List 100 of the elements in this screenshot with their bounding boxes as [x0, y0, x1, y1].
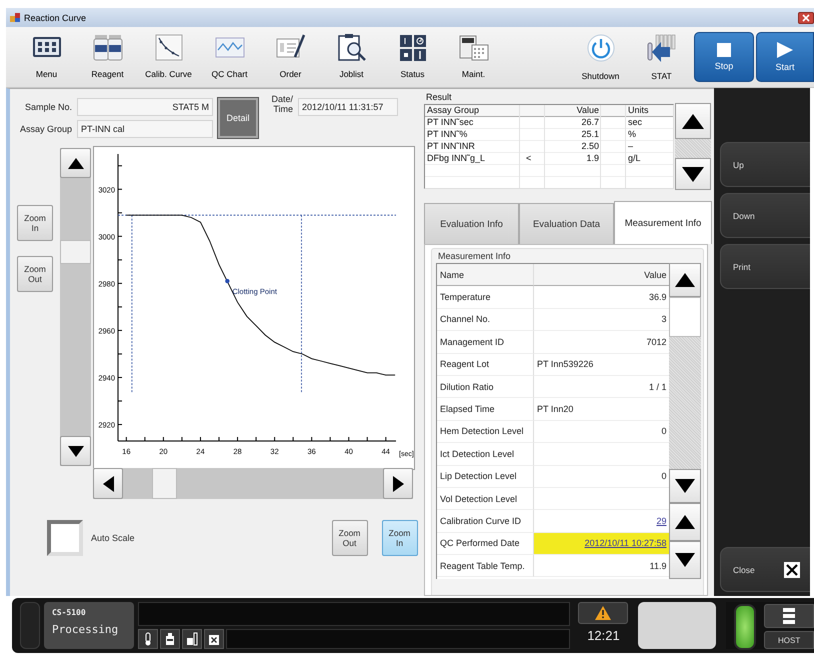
checkbox-label: Auto Scale — [91, 533, 135, 543]
column-header: Value — [534, 264, 670, 286]
side-button[interactable]: Print — [720, 244, 810, 289]
scroll-down-button[interactable] — [669, 469, 701, 503]
table-cell: Ict Detection Level — [437, 443, 534, 466]
toolbar-button[interactable]: Reagent — [77, 27, 138, 87]
field-label: Date/ Time — [270, 94, 293, 114]
tab[interactable]: Evaluation Data — [519, 203, 614, 244]
scroll-thumb[interactable] — [152, 468, 177, 499]
scroll-down-button[interactable] — [60, 436, 91, 466]
bottle-icon — [164, 632, 176, 646]
play-icon — [777, 42, 793, 58]
section-title: Measurement Info — [438, 251, 512, 261]
status-button[interactable] — [160, 629, 180, 649]
toolbar-button[interactable]: Maint. — [443, 27, 504, 87]
start-button[interactable]: Start — [756, 32, 814, 82]
table-cell-text: % — [627, 129, 638, 141]
toolbar-button[interactable]: Calib. Curve — [138, 27, 199, 87]
table-cell: Hem Detection Level — [437, 420, 534, 444]
device-calendar-icon — [458, 33, 490, 61]
window-title: Reaction Curve — [24, 12, 88, 22]
up-arrow-icon — [68, 158, 84, 168]
table-cell-text: 2.50 — [580, 141, 600, 153]
column-header: Value — [576, 105, 600, 117]
table-cell: Channel No. — [437, 308, 534, 332]
toolbar-button[interactable]: QC Chart — [199, 27, 260, 87]
table-cell-text: sec — [627, 117, 644, 129]
scroll-thumb[interactable] — [669, 297, 701, 337]
stop-button[interactable]: Stop — [694, 32, 754, 82]
link[interactable]: 29 — [656, 516, 666, 526]
status-button[interactable] — [138, 629, 158, 649]
close-button[interactable] — [798, 12, 814, 24]
zoom-button[interactable]: Zoom Out — [17, 256, 53, 292]
table-cell-text: 1.9 — [585, 153, 600, 165]
app-icon — [10, 13, 20, 22]
side-button[interactable]: Up — [720, 142, 810, 187]
status-label: Processing — [52, 623, 120, 636]
sample-number-field: STAT5 M — [77, 98, 213, 116]
toolbar-button[interactable]: Order — [260, 27, 321, 87]
zoom-button[interactable]: Zoom In — [382, 520, 418, 556]
box-x-icon — [208, 632, 220, 646]
scroll-track[interactable] — [675, 139, 711, 158]
table-cell: Calibration Curve ID — [437, 510, 534, 533]
table-cell: Elapsed Time — [437, 398, 534, 421]
server-icon — [783, 608, 796, 624]
up-arrow-icon — [682, 114, 704, 128]
tube-bin-icon — [186, 632, 198, 646]
warning-icon — [595, 606, 612, 620]
toolbar-button[interactable]: Joblist — [321, 27, 382, 87]
left-arrow-icon — [102, 476, 114, 492]
table-cell-text: 25.1 — [580, 129, 600, 141]
up-arrow-icon — [675, 273, 696, 287]
scroll-down-button[interactable] — [675, 158, 711, 190]
table-cell-text: g/L — [627, 153, 642, 165]
stop-icon — [717, 43, 731, 57]
down-arrow-icon — [675, 553, 696, 567]
server-button[interactable] — [764, 604, 814, 628]
table-cell: Vol Detection Level — [437, 488, 534, 510]
toolbar-button[interactable]: Menu — [16, 27, 77, 87]
tab[interactable]: Measurement Info — [614, 201, 712, 244]
scroll-down-button[interactable] — [669, 541, 701, 579]
section-title: Result — [426, 92, 453, 102]
table-cell-text: – — [627, 141, 634, 153]
status-button[interactable] — [204, 629, 224, 649]
curve-chart-icon — [152, 33, 184, 61]
scroll-thumb[interactable] — [60, 240, 91, 264]
alarm-button[interactable] — [578, 602, 628, 624]
toolbar-button[interactable]: Status — [382, 27, 443, 87]
down-arrow-icon — [68, 446, 84, 456]
host-button[interactable]: HOST — [764, 631, 814, 649]
scroll-right-button[interactable] — [383, 468, 413, 499]
tab[interactable]: Evaluation Info — [424, 203, 519, 244]
vertical-scrollbar[interactable] — [60, 148, 91, 466]
table-cell: Reagent Lot — [437, 354, 534, 376]
horizontal-scrollbar[interactable] — [93, 468, 413, 499]
detail-button[interactable]: Detail — [218, 98, 258, 138]
clipboard-magnifier-icon — [336, 33, 368, 61]
table-cell: Temperature — [437, 286, 534, 309]
scroll-up-button[interactable] — [669, 503, 701, 541]
status-button[interactable] — [182, 629, 202, 649]
side-button[interactable]: Down — [720, 193, 810, 238]
table-cell-text: PT INN˜sec — [426, 117, 474, 129]
scroll-up-button[interactable] — [60, 148, 91, 178]
toolbar-button[interactable]: Shutdown — [570, 27, 631, 87]
column-header: Name — [437, 264, 534, 286]
scroll-left-button[interactable] — [93, 468, 123, 499]
toolbar-button[interactable]: STAT — [631, 27, 692, 87]
close-button[interactable]: Close — [720, 547, 810, 592]
checkbox[interactable] — [47, 520, 83, 556]
zoom-button[interactable]: Zoom In — [17, 205, 53, 241]
table-cell-text: < — [525, 153, 532, 165]
column-header: Units — [627, 105, 650, 117]
down-arrow-icon — [675, 479, 696, 493]
link[interactable]: 2012/10/11 10:27:58 — [584, 538, 666, 548]
scroll-up-button[interactable] — [669, 263, 701, 297]
table-cell: Management ID — [437, 331, 534, 354]
table-cell-text: DFbg INN˜g_L — [426, 153, 486, 165]
scroll-up-button[interactable] — [675, 103, 711, 139]
zoom-button[interactable]: Zoom Out — [332, 520, 368, 556]
clotting-point-marker — [225, 278, 230, 284]
